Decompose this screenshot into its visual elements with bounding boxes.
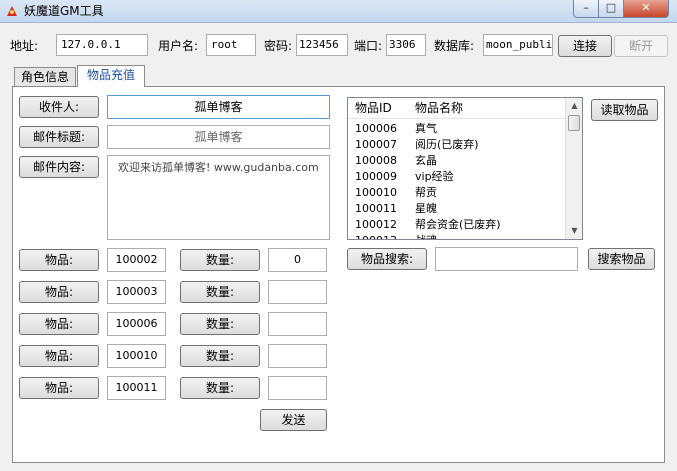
database-label: 数据库: [434, 39, 475, 53]
item-list-scrollbar[interactable]: ▲ ▼ [565, 98, 582, 239]
quantity-button-5[interactable]: 数量: [180, 377, 260, 399]
quantity-button-1[interactable]: 数量: [180, 249, 260, 271]
list-item[interactable]: 100007 阅历(已废弃) [348, 137, 565, 153]
port-label: 端口: [354, 39, 383, 53]
item-name-cell: 阅历(已废弃) [415, 138, 479, 151]
list-item[interactable]: 100013 战魂 [348, 233, 565, 239]
item-button-4[interactable]: 物品: [19, 345, 99, 367]
item-id-cell: 100007 [355, 138, 397, 151]
item-id-cell: 100006 [355, 122, 397, 135]
item-name-cell: 帮贡 [415, 186, 437, 199]
item-search-button-label[interactable]: 物品搜索: [347, 248, 427, 270]
subject-input[interactable]: 孤单博客 [107, 125, 330, 149]
quantity-button-3[interactable]: 数量: [180, 313, 260, 335]
item-button-2[interactable]: 物品: [19, 281, 99, 303]
red-bird-icon [7, 6, 17, 16]
quantity-input-3[interactable] [268, 312, 327, 336]
item-name-cell: 真气 [415, 122, 437, 135]
item-id-cell: 100013 [355, 233, 397, 239]
disconnect-button[interactable]: 断开 [614, 35, 668, 57]
item-id-cell: 100012 [355, 218, 397, 231]
scroll-thumb[interactable] [568, 115, 580, 131]
item-id-cell: 100009 [355, 170, 397, 183]
item-id-cell: 100010 [355, 186, 397, 199]
item-id-input-5[interactable]: 100011 [107, 376, 166, 400]
list-item[interactable]: 100011 星魄 [348, 201, 565, 217]
close-button[interactable]: ✕ [623, 0, 669, 18]
recipient-input[interactable]: 孤单博客 [107, 95, 330, 119]
quantity-input-1[interactable]: 0 [268, 248, 327, 272]
connect-button[interactable]: 连接 [558, 35, 612, 57]
item-name-cell: 战魂 [415, 233, 437, 239]
content-textarea[interactable]: 欢迎来访孤单博客! www.gudanba.com [107, 155, 330, 240]
list-item[interactable]: 100010 帮贡 [348, 185, 565, 201]
item-id-input-2[interactable]: 100003 [107, 280, 166, 304]
search-items-button[interactable]: 搜索物品 [588, 248, 655, 270]
item-id-input-1[interactable]: 100002 [107, 248, 166, 272]
database-input[interactable]: moon_public [483, 34, 553, 56]
scroll-down-arrow-icon[interactable]: ▼ [566, 223, 582, 239]
read-items-button[interactable]: 读取物品 [591, 99, 658, 121]
gm-tool-window: 妖魔道GM工具 – □ ✕ 地址: 127.0.0.1 用户名: root 密码… [0, 0, 677, 471]
tab-item-recharge[interactable]: 物品充值 [77, 65, 145, 87]
list-item[interactable]: 100009 vip经验 [348, 169, 565, 185]
content-button[interactable]: 邮件内容: [19, 156, 99, 178]
password-input[interactable]: 123456 [296, 34, 348, 56]
quantity-input-5[interactable] [268, 376, 327, 400]
list-item[interactable]: 100012 帮会资金(已废弃) [348, 217, 565, 233]
item-id-input-3[interactable]: 100006 [107, 312, 166, 336]
item-button-3[interactable]: 物品: [19, 313, 99, 335]
item-name-cell: 玄晶 [415, 154, 437, 167]
address-input[interactable]: 127.0.0.1 [56, 34, 148, 56]
username-label: 用户名: [158, 39, 199, 53]
maximize-button[interactable]: □ [598, 0, 624, 18]
item-list-header: 物品ID 物品名称 [348, 98, 565, 119]
send-button[interactable]: 发送 [260, 409, 327, 431]
item-id-cell: 100008 [355, 154, 397, 167]
item-name-cell: 星魄 [415, 202, 437, 215]
minimize-button[interactable]: – [573, 0, 599, 18]
quantity-input-2[interactable] [268, 280, 327, 304]
item-name-cell: vip经验 [415, 170, 454, 183]
item-id-cell: 100011 [355, 202, 397, 215]
tab-role-info[interactable]: 角色信息 [14, 67, 76, 87]
quantity-button-2[interactable]: 数量: [180, 281, 260, 303]
list-item[interactable]: 100006 真气 [348, 121, 565, 137]
address-label: 地址: [10, 39, 39, 53]
quantity-button-4[interactable]: 数量: [180, 345, 260, 367]
item-id-input-4[interactable]: 100010 [107, 344, 166, 368]
item-list[interactable]: 物品ID 物品名称 100006 真气 100007 阅历(已废弃) 100008 玄… [347, 97, 583, 240]
window-title: 妖魔道GM工具 [24, 4, 104, 18]
column-header-item-id[interactable]: 物品ID [355, 98, 392, 118]
item-search-input[interactable] [435, 247, 578, 271]
scroll-up-arrow-icon[interactable]: ▲ [566, 98, 582, 114]
item-button-5[interactable]: 物品: [19, 377, 99, 399]
password-label: 密码: [264, 39, 293, 53]
quantity-input-4[interactable] [268, 344, 327, 368]
column-header-item-name[interactable]: 物品名称 [415, 98, 463, 118]
title-bar[interactable]: 妖魔道GM工具 – □ ✕ [0, 0, 677, 23]
username-input[interactable]: root [206, 34, 256, 56]
recipient-button[interactable]: 收件人: [19, 96, 99, 118]
subject-button[interactable]: 邮件标题: [19, 126, 99, 148]
item-button-1[interactable]: 物品: [19, 249, 99, 271]
item-name-cell: 帮会资金(已废弃) [415, 218, 501, 231]
list-item[interactable]: 100008 玄晶 [348, 153, 565, 169]
port-input[interactable]: 3306 [386, 34, 426, 56]
